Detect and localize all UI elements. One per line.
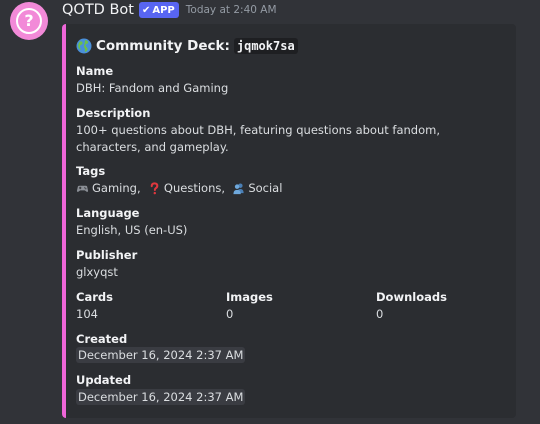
message-header: QOTD Bot ✔ APP Today at 2:40 AM [62, 0, 277, 20]
embed-accent-bar [62, 24, 66, 418]
field-created-value[interactable]: December 16, 2024 2:37 AM [76, 347, 246, 364]
deck-code: jqmok7sa [233, 38, 298, 54]
field-updated-value[interactable]: December 16, 2024 2:37 AM [76, 389, 246, 406]
tag-gaming: Gaming, [76, 180, 144, 197]
checkmark-icon: ✔ [141, 4, 151, 16]
embed-title: Community Deck: jqmok7sa [76, 38, 298, 54]
updated-timestamp[interactable]: December 16, 2024 2:37 AM [76, 389, 246, 405]
field-description-value: 100+ questions about DBH, featuring ques… [76, 123, 440, 154]
field-downloads-value: 0 [376, 307, 384, 321]
field-images-value: 0 [226, 307, 234, 321]
question-mark-icon: ? [16, 8, 42, 34]
field-tags-label: Tags [76, 164, 106, 178]
field-downloads-label: Downloads [376, 290, 447, 304]
field-tags-value: Gaming, Questions, Social [76, 180, 282, 200]
field-language-label: Language [76, 206, 140, 220]
field-name-value: DBH: Fandom and Gaming [76, 81, 229, 95]
field-created-label: Created [76, 332, 128, 346]
field-publisher-value: glxyqst [76, 265, 118, 279]
question-mark-icon [150, 182, 159, 195]
field-updated-label: Updated [76, 373, 132, 387]
field-language-value: English, US (en-US) [76, 223, 188, 237]
people-icon [233, 183, 244, 195]
globe-icon [76, 38, 92, 54]
field-description-label: Description [76, 106, 151, 120]
app-badge-label: APP [152, 4, 175, 16]
field-cards-value: 104 [76, 307, 98, 321]
field-name-label: Name [76, 64, 114, 78]
embed-title-text: Community Deck: [96, 38, 230, 54]
tag-questions: Questions, [148, 180, 229, 197]
deck-embed: Community Deck: jqmok7sa Name DBH: Fando… [62, 24, 516, 418]
app-badge: ✔ APP [138, 2, 179, 18]
gamepad-icon [76, 185, 89, 192]
username[interactable]: QOTD Bot [62, 2, 134, 18]
tag-social: Social [232, 180, 282, 197]
created-timestamp[interactable]: December 16, 2024 2:37 AM [76, 347, 246, 363]
field-cards-label: Cards [76, 290, 113, 304]
field-publisher-label: Publisher [76, 248, 138, 262]
message-timestamp[interactable]: Today at 2:40 AM [186, 4, 277, 16]
field-images-label: Images [226, 290, 273, 304]
bot-avatar[interactable]: ? [10, 2, 48, 40]
